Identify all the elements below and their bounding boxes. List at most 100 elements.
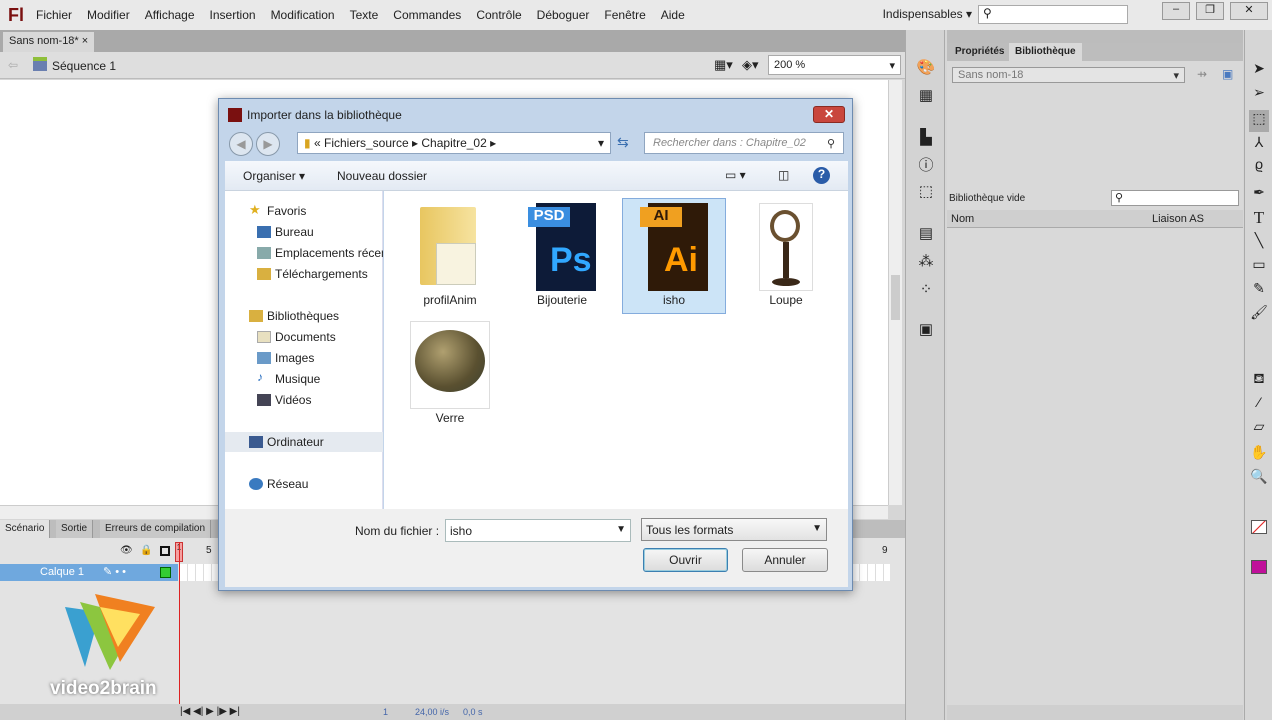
address-dropdown-icon[interactable]: ▾ [598, 136, 604, 150]
frame-rate[interactable]: 24,00 i/s [415, 707, 449, 717]
3d-rotation-tool-icon[interactable]: ⅄ [1249, 134, 1269, 156]
selection-tool-icon[interactable]: ➤ [1249, 60, 1269, 82]
edit-scene-icon[interactable]: ◈▾ [742, 57, 759, 73]
file-item-verre[interactable]: Verre [398, 317, 502, 433]
transform-icon[interactable]: ⬚ [916, 182, 936, 200]
menu-modification[interactable]: Modification [271, 8, 335, 22]
maximize-button[interactable]: ❐ [1196, 2, 1224, 20]
file-item-bijouterie[interactable]: PSD Ps Bijouterie [510, 199, 614, 315]
tab-proprietes[interactable]: Propriétés [949, 43, 1010, 61]
subselection-tool-icon[interactable]: ➢ [1249, 84, 1269, 106]
layer-color-icon[interactable] [160, 567, 171, 578]
text-tool-icon[interactable]: T [1249, 208, 1269, 230]
align-icon[interactable]: ▙ [916, 128, 936, 146]
edit-symbols-icon[interactable]: ▦▾ [714, 57, 733, 73]
back-arrow-icon[interactable]: ⇦ [8, 58, 18, 72]
playback-controls[interactable]: |◀ ◀| ▶ |▶ ▶| [180, 706, 240, 717]
view-options-icon[interactable]: ▭ ▾ [725, 168, 746, 182]
menu-fenetre[interactable]: Fenêtre [604, 8, 645, 22]
stroke-color-swatch[interactable] [1251, 520, 1267, 534]
minimize-button[interactable]: – [1162, 2, 1190, 20]
lock-icon[interactable]: 🔒 [140, 545, 152, 556]
nav-telechargements[interactable]: Téléchargements [225, 264, 383, 284]
history-icon[interactable]: ▤ [916, 224, 936, 242]
back-button[interactable]: ◀ [229, 132, 253, 156]
menu-controle[interactable]: Contrôle [476, 8, 521, 22]
hand-tool-icon[interactable]: ✋ [1249, 444, 1269, 466]
zoom-tool-icon[interactable]: 🔍 [1249, 468, 1269, 490]
path-overflow[interactable]: « [314, 136, 321, 150]
nav-musique[interactable]: ♪ Musique [225, 369, 383, 389]
nav-favoris[interactable]: ★ Favoris [225, 201, 383, 221]
open-button[interactable]: Ouvrir [643, 548, 728, 572]
menu-deboguer[interactable]: Déboguer [537, 8, 590, 22]
info-icon[interactable]: ⓘ [916, 154, 936, 174]
nav-recent[interactable]: Emplacements récents [225, 243, 383, 263]
menu-affichage[interactable]: Affichage [145, 8, 195, 22]
nav-reseau[interactable]: Réseau [225, 474, 383, 494]
new-folder-button[interactable]: Nouveau dossier [337, 169, 427, 183]
nav-bibliotheques[interactable]: Bibliothèques [225, 306, 383, 326]
eyedropper-tool-icon[interactable]: ⁄ [1249, 394, 1269, 416]
breadcrumb-fichiers-source[interactable]: Fichiers_source [324, 136, 409, 150]
motion-presets-icon[interactable]: ⁘ [916, 280, 936, 298]
menu-modifier[interactable]: Modifier [87, 8, 130, 22]
file-item-loupe[interactable]: Loupe [734, 199, 838, 315]
tab-scenario[interactable]: Scénario [0, 520, 51, 538]
tab-bibliotheque[interactable]: Bibliothèque [1009, 43, 1082, 61]
nav-videos[interactable]: Vidéos [225, 390, 383, 410]
file-item-profilanim[interactable]: profilAnim [398, 199, 502, 315]
menu-fichier[interactable]: Fichier [36, 8, 72, 22]
help-search-input[interactable]: ⚲ [978, 5, 1128, 24]
workspace-switcher[interactable]: Indispensables ▾ [883, 7, 972, 21]
paint-bucket-tool-icon[interactable]: ⛾ [1249, 370, 1269, 392]
library-search-input[interactable]: ⚲ [1111, 190, 1239, 206]
refresh-icon[interactable]: ⇆ [617, 134, 629, 151]
dialog-close-button[interactable]: ✕ [813, 106, 845, 123]
tab-sortie[interactable]: Sortie [56, 520, 94, 538]
preview-pane-icon[interactable]: ◫ [778, 168, 789, 182]
stage-scrollbar[interactable] [888, 80, 902, 505]
help-icon[interactable]: ? [813, 167, 830, 184]
swatches-icon[interactable]: ▦ [916, 86, 936, 104]
eraser-tool-icon[interactable]: ▱ [1249, 418, 1269, 440]
address-bar[interactable]: ▮ « Fichiers_source ▸ Chapitre_02 ▸ ▾ [297, 132, 611, 154]
nav-documents[interactable]: Documents [225, 327, 383, 347]
filename-input[interactable]: isho ▼ [445, 519, 631, 542]
file-type-select[interactable]: Tous les formats ▼ [641, 518, 827, 541]
tab-erreurs[interactable]: Erreurs de compilation [100, 520, 212, 538]
pin-icon[interactable]: ⇸ [1197, 67, 1207, 81]
pen-tool-icon[interactable]: ✒ [1249, 184, 1269, 206]
brush-tool-icon[interactable]: 🖌 [1249, 304, 1269, 326]
fill-color-swatch[interactable] [1251, 560, 1267, 574]
menu-commandes[interactable]: Commandes [393, 8, 461, 22]
rectangle-tool-icon[interactable]: ▭ [1249, 256, 1269, 278]
pencil-tool-icon[interactable]: ✎ [1249, 280, 1269, 302]
zoom-select[interactable]: 200 % ▾ [768, 55, 901, 75]
color-icon[interactable]: 🎨 [916, 58, 936, 76]
cancel-button[interactable]: Annuler [742, 548, 828, 572]
folder-search-input[interactable]: Rechercher dans : Chapitre_02 ⚲ [644, 132, 844, 154]
file-item-isho[interactable]: AI Ai isho [622, 198, 726, 314]
outline-icon[interactable] [160, 546, 170, 556]
forward-button[interactable]: ▶ [256, 132, 280, 156]
document-tab[interactable]: Sans nom-18* × [3, 32, 95, 52]
library-document-select[interactable]: Sans nom-18 ▾ [952, 67, 1185, 83]
menu-aide[interactable]: Aide [661, 8, 685, 22]
breadcrumb-chapitre-02[interactable]: Chapitre_02 [421, 136, 486, 150]
layer-row[interactable]: Calque 1 ✎ • • [0, 564, 178, 581]
nav-images[interactable]: Images [225, 348, 383, 368]
line-tool-icon[interactable]: ╲ [1249, 232, 1269, 254]
new-library-icon[interactable]: ▣ [1222, 67, 1233, 81]
close-window-button[interactable]: ✕ [1230, 2, 1268, 20]
menu-insertion[interactable]: Insertion [210, 8, 256, 22]
scene-panel-icon[interactable]: ▣ [916, 320, 936, 338]
lasso-tool-icon[interactable]: ϱ [1249, 156, 1269, 178]
visibility-icon[interactable]: 👁 [120, 545, 133, 556]
menu-texte[interactable]: Texte [350, 8, 379, 22]
components-icon[interactable]: ⁂ [916, 252, 936, 270]
nav-ordinateur[interactable]: Ordinateur [225, 432, 383, 452]
column-nom[interactable]: Nom [951, 213, 974, 225]
free-transform-tool-icon[interactable]: ⬚ [1249, 110, 1269, 132]
column-liaison[interactable]: Liaison AS [1152, 213, 1204, 225]
